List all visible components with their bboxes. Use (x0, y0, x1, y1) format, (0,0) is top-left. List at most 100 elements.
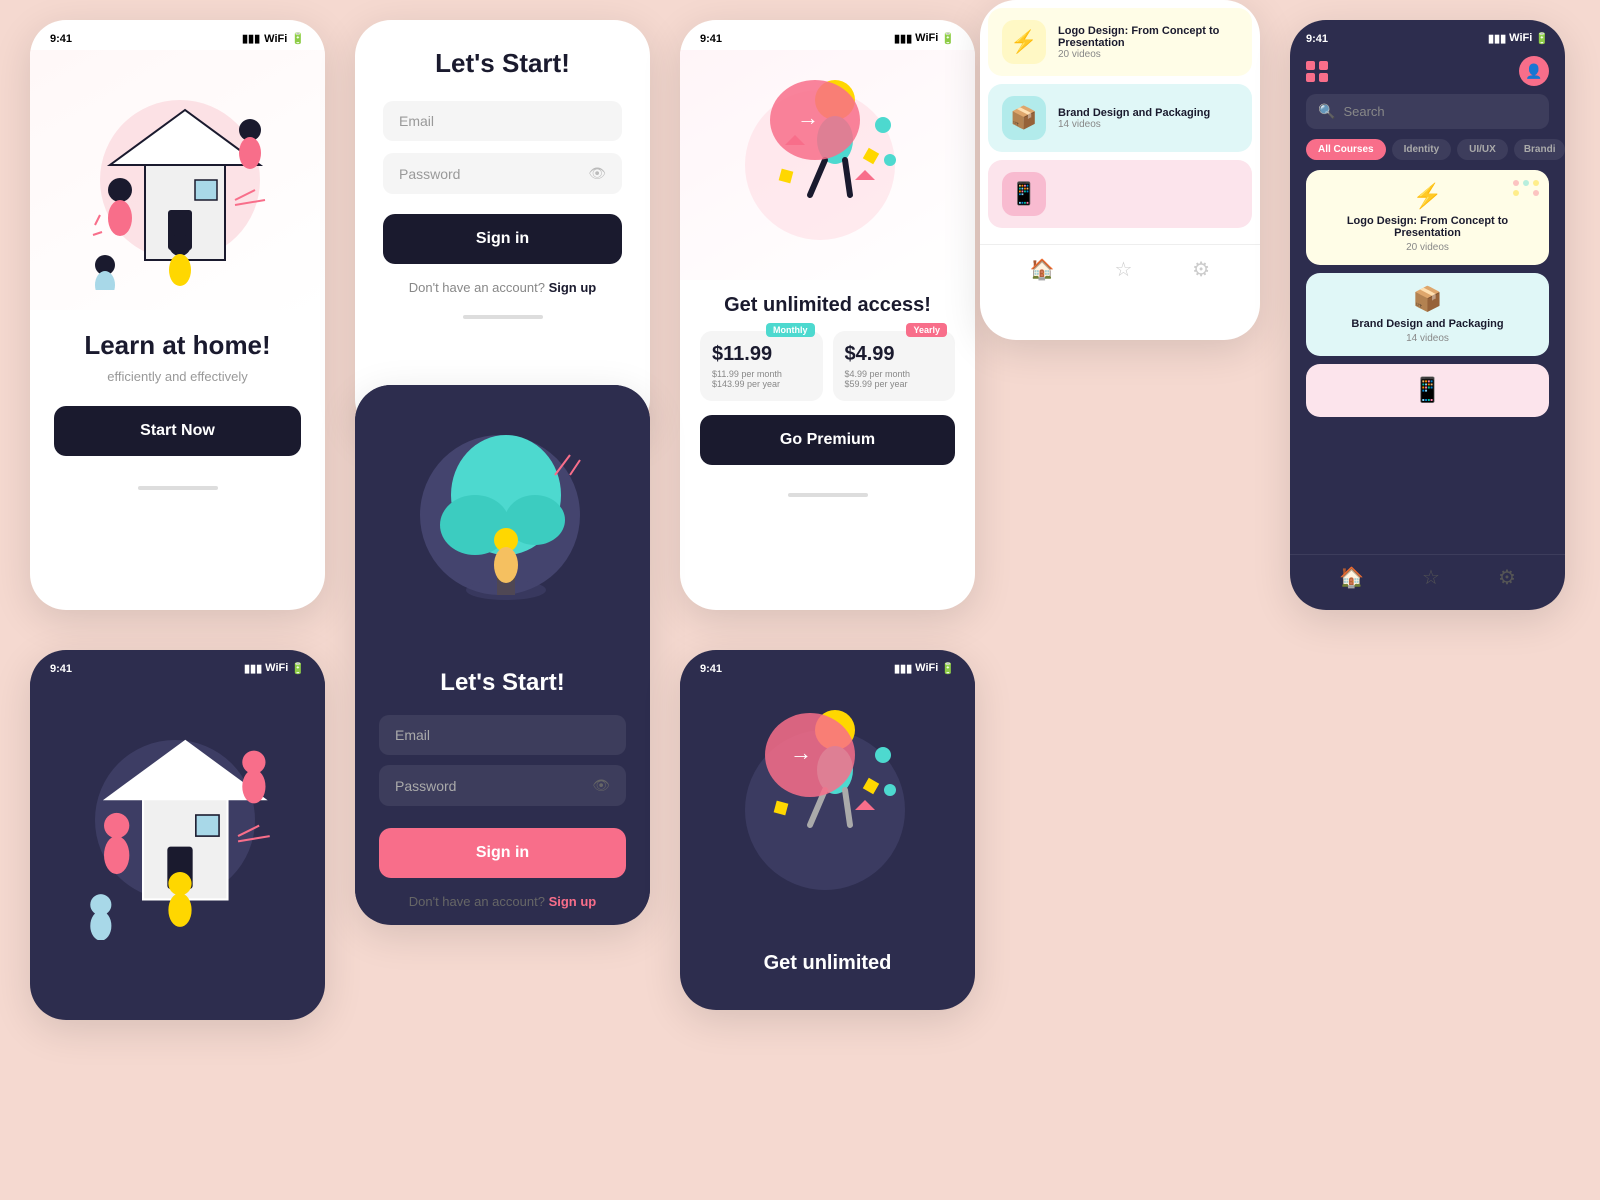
tab-identity[interactable]: Identity (1392, 139, 1452, 160)
login-dark-title: Let's Start! (379, 669, 626, 697)
status-icons-3: ▮▮▮ WiFi 🔋 (894, 32, 955, 45)
star-nav-icon-light[interactable]: ☆ (1115, 257, 1133, 282)
yearly-price: $4.99 (845, 343, 944, 366)
course-card-mobile-light[interactable]: 📱 (988, 160, 1252, 228)
pricing-card-monthly[interactable]: Monthly $11.99 $11.99 per month $143.99 … (700, 331, 823, 401)
learn-home-content: Learn at home! efficiently and effective… (30, 310, 325, 476)
tab-ui-ux[interactable]: UI/UX (1457, 139, 1508, 160)
go-premium-button[interactable]: Go Premium (700, 415, 955, 465)
signup-text-light: Don't have an account? Sign up (383, 280, 622, 295)
gear-nav-icon-light[interactable]: ⚙ (1192, 257, 1210, 282)
premium-title: Get unlimited access! (700, 294, 955, 317)
monthly-price: $11.99 (712, 343, 811, 366)
premium-content: Get unlimited access! Monthly $11.99 $11… (680, 280, 975, 479)
course-title-logo-light: Logo Design: From Concept to Presentatio… (1058, 25, 1238, 49)
avatar-dark: 👤 (1519, 56, 1549, 86)
course-title-brand-light: Brand Design and Packaging (1058, 107, 1210, 119)
gear-nav-icon-dark[interactable]: ⚙ (1498, 565, 1516, 590)
login-light-title: Let's Start! (383, 48, 622, 79)
learn-home-illustration (30, 50, 325, 310)
courses-dark-header: 👤 (1290, 50, 1565, 94)
tab-brandi[interactable]: Brandi (1514, 139, 1565, 160)
course-card-logo-light[interactable]: ⚡ Logo Design: From Concept to Presentat… (988, 8, 1252, 76)
learn-home-title: Learn at home! (54, 330, 301, 361)
start-now-button[interactable]: Start Now (54, 406, 301, 456)
signup-link-light[interactable]: Sign up (549, 280, 597, 295)
course-videos-logo-light: 20 videos (1058, 49, 1238, 60)
course-card-logo-dark[interactable]: ⚡ Logo Design: From Concept to Presentat… (1306, 170, 1549, 265)
learn-home-subtitle: efficiently and effectively (54, 369, 301, 384)
signin-button-light[interactable]: Sign in (383, 214, 622, 264)
lightning-icon: ⚡ (1002, 20, 1046, 64)
time-learn-dark: 9:41 (50, 663, 72, 675)
time-premium-dark: 9:41 (700, 663, 722, 675)
course-videos-brand-dark: 14 videos (1318, 333, 1537, 344)
monthly-badge: Monthly (766, 323, 815, 337)
house-illustration (90, 70, 270, 290)
phone-courses-light-top: ⚡ Logo Design: From Concept to Presentat… (980, 0, 1260, 340)
course-title-logo-dark: Logo Design: From Concept to Presentatio… (1318, 215, 1537, 239)
status-bar-1: 9:41 ▮▮▮ WiFi 🔋 (30, 20, 325, 50)
svg-text:→: → (790, 740, 812, 765)
monthly-per-year: $143.99 per year (712, 379, 811, 389)
status-bar-learn-dark: 9:41 ▮▮▮ WiFi 🔋 (30, 650, 325, 680)
monthly-per-month: $11.99 per month (712, 369, 811, 379)
signup-link-dark[interactable]: Sign up (549, 894, 597, 909)
box-icon-dark: 📦 (1318, 285, 1537, 314)
status-icons-1: ▮▮▮ WiFi 🔋 (242, 32, 305, 45)
status-bar-3: 9:41 ▮▮▮ WiFi 🔋 (680, 20, 975, 50)
course-card-brand-dark[interactable]: 📦 Brand Design and Packaging 14 videos (1306, 273, 1549, 356)
time-courses-dark: 9:41 (1306, 33, 1328, 45)
email-input-light[interactable]: Email (383, 101, 622, 141)
course-videos-logo-dark: 20 videos (1318, 242, 1537, 253)
login-dark-illustration (355, 385, 650, 645)
search-icon-dark: 🔍 (1318, 103, 1335, 120)
status-bar-premium-dark: 9:41 ▮▮▮ WiFi 🔋 (680, 650, 975, 680)
home-nav-icon-dark[interactable]: 🏠 (1339, 565, 1364, 590)
premium-dark-illustration: → (680, 680, 975, 940)
mobile-icon: 📱 (1002, 172, 1046, 216)
grid-menu-icon[interactable] (1306, 61, 1328, 82)
course-card-mobile-dark[interactable]: 📱 (1306, 364, 1549, 417)
box-icon: 📦 (1002, 96, 1046, 140)
tab-all-courses[interactable]: All Courses (1306, 139, 1386, 160)
password-input-dark[interactable]: Password 👁 (379, 765, 626, 806)
home-indicator-3 (680, 483, 975, 507)
status-bar-courses-dark: 9:41 ▮▮▮ WiFi 🔋 (1290, 20, 1565, 50)
eye-icon-dark: 👁 (592, 777, 610, 794)
svg-text:→: → (797, 105, 819, 130)
email-input-dark[interactable]: Email (379, 715, 626, 755)
phone-premium-light: 9:41 ▮▮▮ WiFi 🔋 → (680, 20, 975, 610)
lightning-icon-dark: ⚡ (1318, 182, 1537, 211)
course-card-brand-light[interactable]: 📦 Brand Design and Packaging 14 videos (988, 84, 1252, 152)
time-1: 9:41 (50, 33, 72, 45)
signin-button-dark[interactable]: Sign in (379, 828, 626, 878)
premium-dark-title-area: Get unlimited (680, 940, 975, 987)
phone-login-dark: Let's Start! Email Password 👁 Sign in Do… (355, 385, 650, 925)
signup-text-dark: Don't have an account? Sign up (379, 894, 626, 919)
premium-illustration: → (680, 50, 975, 280)
star-nav-icon-dark[interactable]: ☆ (1422, 565, 1440, 590)
premium-dark-title: Get unlimited (700, 952, 955, 975)
yearly-per-month: $4.99 per month (845, 369, 944, 379)
time-3: 9:41 (700, 33, 722, 45)
course-title-brand-dark: Brand Design and Packaging (1318, 318, 1537, 330)
phone-premium-dark: 9:41 ▮▮▮ WiFi 🔋 → (680, 650, 975, 1010)
tree-svg (415, 395, 595, 625)
course-info-brand-light: Brand Design and Packaging 14 videos (1058, 107, 1210, 130)
bottom-nav-dark: 🏠 ☆ ⚙ (1290, 554, 1565, 600)
login-light-content: Let's Start! Email Password 👁 Sign in Do… (355, 20, 650, 295)
phone-login-light: Let's Start! Email Password 👁 Sign in Do… (355, 20, 650, 435)
course-info-logo-light: Logo Design: From Concept to Presentatio… (1058, 25, 1238, 60)
yearly-badge: Yearly (906, 323, 947, 337)
password-input-light[interactable]: Password 👁 (383, 153, 622, 194)
premium-person-svg: → (725, 60, 925, 260)
home-nav-icon-light[interactable]: 🏠 (1030, 257, 1055, 282)
filter-tabs-dark: All Courses Identity UI/UX Brandi (1290, 139, 1565, 170)
phone-learn-home-dark: 9:41 ▮▮▮ WiFi 🔋 (30, 650, 325, 1020)
search-bar-dark[interactable]: 🔍 Search (1306, 94, 1549, 129)
house-dark-svg (85, 690, 275, 940)
pricing-card-yearly[interactable]: Yearly $4.99 $4.99 per month $59.99 per … (833, 331, 956, 401)
yearly-per-year: $59.99 per year (845, 379, 944, 389)
course-videos-brand-light: 14 videos (1058, 119, 1210, 130)
